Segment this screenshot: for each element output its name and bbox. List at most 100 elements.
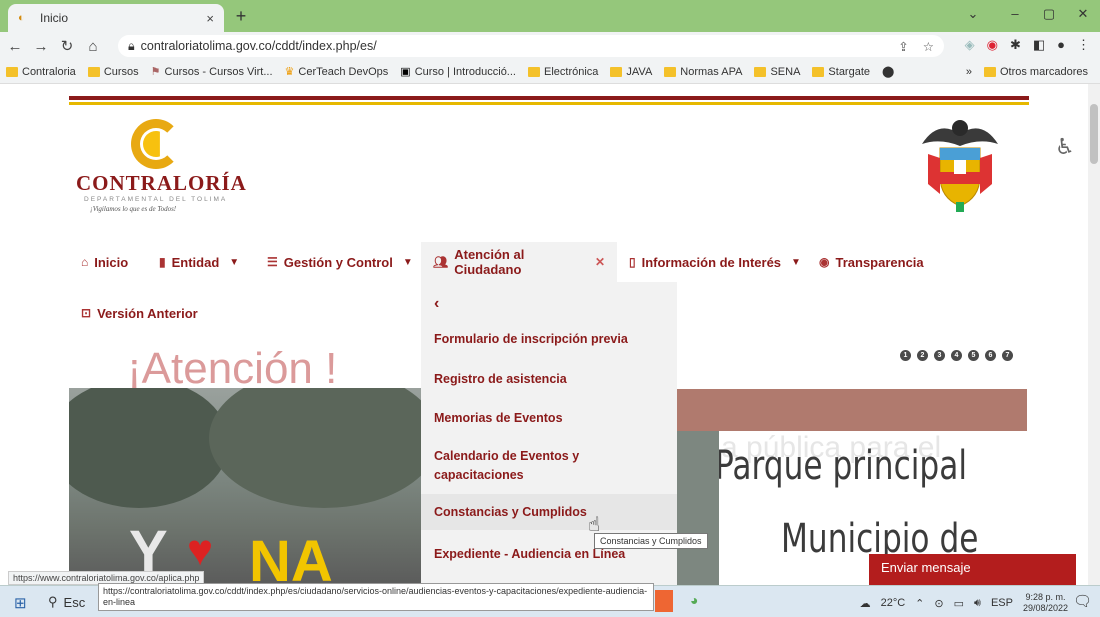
maximize-button[interactable]: ▢ <box>1034 6 1064 22</box>
profile-avatar-icon[interactable]: ● <box>1057 37 1065 53</box>
photo-tree <box>209 388 421 508</box>
close-window-button[interactable]: ✕ <box>1068 6 1098 22</box>
accessibility-icon[interactable]: ♿︎ <box>1055 134 1075 160</box>
back-arrow-icon[interactable]: ← <box>4 38 26 55</box>
bookmark-item[interactable]: JAVA <box>610 66 652 78</box>
folder-icon <box>610 66 623 77</box>
reload-icon[interactable]: ↻ <box>56 37 78 55</box>
folder-icon <box>664 66 677 77</box>
slider-dot[interactable]: 5 <box>968 350 979 361</box>
folder-icon <box>754 66 767 77</box>
bookmark-item[interactable]: Cursos <box>87 66 139 78</box>
minimize-button[interactable]: – <box>1000 6 1030 21</box>
bookmarks-overflow-button[interactable]: » <box>966 66 972 78</box>
chrome-icon[interactable]: ◕ <box>690 592 698 608</box>
browser-tab[interactable]: ◐ Inicio × <box>8 4 224 32</box>
nav-item-entidad[interactable]: ▮ Entidad ▼ <box>147 242 251 282</box>
github-icon[interactable]: ⬤ <box>882 65 894 78</box>
slider-dot[interactable]: 2 <box>917 350 928 361</box>
close-icon[interactable]: ✕ <box>595 255 605 269</box>
scrollbar-thumb[interactable] <box>1090 104 1098 164</box>
tab-close-icon[interactable]: × <box>206 11 214 26</box>
bookmark-item[interactable]: Stargate <box>812 66 870 78</box>
notification-icon[interactable]: 🗨︎ <box>1073 592 1092 610</box>
photo-sign-letters: NA <box>249 529 333 585</box>
address-bar[interactable]: 🔒︎ contraloriatolima.gov.co/cddt/index.p… <box>118 35 944 57</box>
extension-icon[interactable]: ◈ <box>965 37 975 53</box>
nav-item-transparencia[interactable]: ◉ Transparencia <box>807 242 936 282</box>
menu-item-memorias[interactable]: Memorias de Eventos <box>421 403 677 433</box>
bookmark-label: CerTeach DevOps <box>298 65 389 78</box>
bookmark-label: Stargate <box>828 65 871 78</box>
slider-dot[interactable]: 6 <box>985 350 996 361</box>
nav-item-atencion[interactable]: 👥︎ Atención al Ciudadano ✕ <box>421 242 617 282</box>
web-page: CONTRALORÍA DEPARTAMENTAL DEL TOLIMA ¡Vi… <box>0 84 1100 585</box>
page-scrollbar[interactable] <box>1088 84 1100 585</box>
taskbar-search[interactable]: ⚲ Esc <box>48 590 98 614</box>
nav-label: Información de Interés <box>641 254 782 270</box>
language-indicator[interactable]: ESP <box>991 597 1013 609</box>
bookmark-label: Otros marcadores <box>999 65 1088 78</box>
bookmark-label: Contraloria <box>22 65 76 78</box>
weather-temp[interactable]: 22°C <box>881 597 906 609</box>
folder-icon <box>6 66 18 77</box>
extension-icon[interactable]: ◉ <box>987 37 998 53</box>
bookmark-item[interactable]: Contraloria <box>6 66 76 78</box>
bookmark-item[interactable]: Normas APA <box>664 66 742 78</box>
tab-search-icon[interactable]: ⌄ <box>958 6 988 22</box>
slide-photo: Y ♥ NA <box>69 388 421 585</box>
bookmark-item[interactable]: Electrónica <box>527 66 598 78</box>
network-icon[interactable]: ▭ <box>954 597 964 610</box>
other-bookmarks[interactable]: Otros marcadores <box>983 65 1088 78</box>
sidepanel-icon[interactable]: ◧ <box>1033 37 1045 53</box>
home-icon[interactable]: ⌂ <box>82 38 104 55</box>
taskbar-app-icon[interactable] <box>655 590 673 612</box>
nav-label: Inicio <box>94 254 129 270</box>
slider-dot[interactable]: 7 <box>1002 350 1013 361</box>
clock-time: 9:28 p. m. <box>1025 592 1066 602</box>
slide-banner-band <box>677 389 1027 431</box>
bookmarks-bar: Contraloria Cursos ⚑ Cursos - Cursos Virt… <box>0 60 1100 84</box>
bookmark-favicon-icon: ▣ <box>400 66 411 78</box>
nav-label: Transparencia <box>835 254 924 270</box>
new-tab-button[interactable]: + <box>230 5 252 27</box>
bookmark-item[interactable]: ▣ Curso | Introducció... <box>400 65 516 79</box>
tooltip: Constancias y Cumplidos <box>594 533 708 549</box>
search-icon: ⚲ <box>48 594 58 609</box>
nav-item-version-anterior[interactable]: ⊡ Versión Anterior <box>69 293 210 333</box>
dropdown-back-button[interactable]: ‹ <box>421 288 677 318</box>
nav-item-inicio[interactable]: ⌂ Inicio <box>69 242 140 282</box>
volume-icon[interactable]: 🔊︎ <box>974 597 981 610</box>
weather-icon: ☁︎ <box>859 597 871 610</box>
bookmark-label: Cursos - Cursos Virt... <box>164 65 273 78</box>
tab-title: Inicio <box>40 11 69 25</box>
slider-dot[interactable]: 1 <box>900 350 911 361</box>
menu-dots-icon[interactable]: ⋮ <box>1077 37 1090 53</box>
menu-item-registro[interactable]: Registro de asistencia <box>421 364 677 394</box>
menu-item-constancias[interactable]: Constancias y Cumplidos <box>421 494 677 530</box>
tray-chevron-icon[interactable]: ⌃ <box>915 597 924 610</box>
browser-toolbar: ← → ↻ ⌂ 🔒︎ contraloriatolima.gov.co/cddt… <box>0 32 1100 60</box>
slider-dot[interactable]: 3 <box>934 350 945 361</box>
forward-arrow-icon[interactable]: → <box>30 38 52 55</box>
puzzle-icon[interactable]: ✱ <box>1010 37 1021 53</box>
windows-start-icon[interactable]: ⊞ <box>14 594 27 612</box>
menu-item-formulario[interactable]: Formulario de inscripción previa <box>421 324 677 354</box>
nav-item-gestion[interactable]: ☰ Gestión y Control ▼ <box>255 242 425 282</box>
logo-subtitle: DEPARTAMENTAL DEL TOLIMA <box>84 196 228 203</box>
clock[interactable]: 9:28 p. m. 29/08/2022 <box>1023 592 1068 614</box>
bookmark-favicon-icon: ♛ <box>284 66 295 78</box>
logo-slogan: ¡Vigilamos lo que es de Todos! <box>90 205 177 213</box>
bookmark-star-icon[interactable]: ☆ <box>923 39 934 54</box>
nav-item-informacion[interactable]: ▯ Información de Interés ▼ <box>617 242 813 282</box>
share-icon[interactable]: ⇪ <box>898 39 908 54</box>
tray-app-icon[interactable]: ⊙ <box>934 597 943 610</box>
slider-dot[interactable]: 4 <box>951 350 962 361</box>
send-message-button[interactable]: Enviar mensaje <box>869 554 1076 585</box>
bookmark-item[interactable]: ♛ CerTeach DevOps <box>284 65 389 79</box>
bookmark-item[interactable]: ⚑ Cursos - Cursos Virt... <box>151 65 273 79</box>
site-logo[interactable]: CONTRALORÍA DEPARTAMENTAL DEL TOLIMA ¡Vi… <box>76 119 246 214</box>
photo-tree <box>69 388 229 508</box>
menu-item-calendario[interactable]: Calendario de Eventos y capacitaciones <box>421 443 677 489</box>
bookmark-item[interactable]: SENA <box>754 66 800 78</box>
